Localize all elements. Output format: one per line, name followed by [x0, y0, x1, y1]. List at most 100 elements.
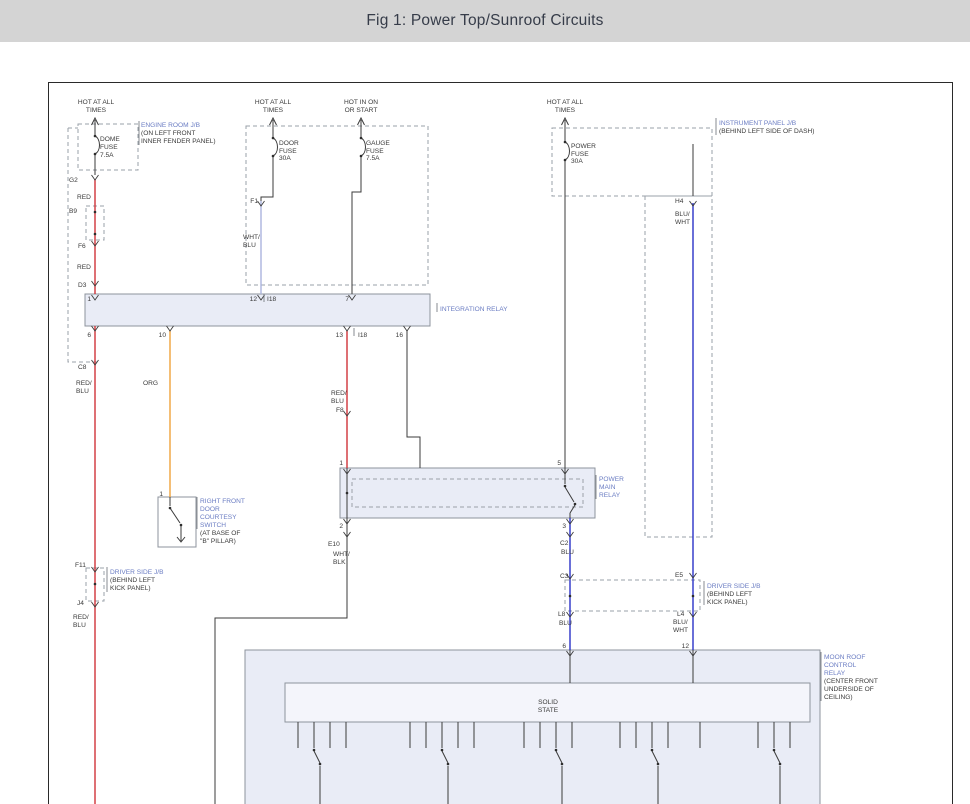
pin-mrr-12: 12	[682, 643, 690, 650]
door-fuse-2: FUSE	[279, 148, 297, 155]
power-fuse-2: FUSE	[571, 151, 589, 158]
junction-dot	[313, 749, 316, 752]
junction-dot	[180, 524, 183, 527]
junction-dot	[169, 507, 172, 510]
driver-side-jb-right-box	[565, 580, 700, 611]
wire-whtblu-1: WHT/	[243, 234, 260, 241]
junction-dot	[574, 503, 577, 506]
power-main-relay-box	[340, 468, 595, 518]
conn-i18-bottom: I18	[358, 332, 367, 339]
driver-side-jb-left-sub-2: KICK PANEL)	[110, 585, 151, 592]
moonroof-relay-box	[245, 650, 820, 804]
moonroof-label-3: RELAY	[824, 670, 846, 677]
moonroof-sub-1: (CENTER FRONT	[824, 678, 878, 685]
driver-side-jb-left-sub-1: (BEHIND LEFT	[110, 577, 155, 584]
conn-f8: F8	[336, 407, 344, 414]
wire-whtblu-2: BLU	[243, 242, 256, 249]
moonroof-sub-3: CEILING)	[824, 694, 853, 701]
wire-blu-1: BLU	[561, 549, 574, 556]
pin-ir-6: 6	[87, 332, 91, 339]
conn-b9: B9	[69, 208, 77, 215]
wire-connector-chevrons	[92, 175, 697, 617]
courtesy-switch-sub-1: (AT BASE OF	[200, 530, 240, 537]
driver-side-jb-right-sub-1: (BEHIND LEFT	[707, 591, 752, 598]
junction-dot	[569, 595, 572, 598]
conn-f1: F1	[250, 198, 258, 205]
power-fuse-1: POWER	[571, 143, 596, 150]
junction-dot	[564, 485, 567, 488]
gauge-fuse-1: GAUGE	[366, 140, 390, 147]
courtesy-switch-label-4: SWITCH	[200, 522, 226, 529]
wire-red-1: RED	[77, 194, 91, 201]
wire-redblu-2b: BLU	[331, 398, 344, 405]
junction-dot	[360, 155, 363, 158]
power-fuse-3: 30A	[571, 158, 583, 165]
engine-room-jb-label: ENGINE ROOM J/B	[141, 122, 201, 129]
conn-f6: F6	[78, 243, 86, 250]
pin-ir-1: 1	[87, 296, 91, 303]
moonroof-sub-2: UNDERSIDE OF	[824, 686, 874, 693]
hot-2-line-1: HOT AT ALL	[255, 99, 292, 106]
door-fuse-jog-wire	[261, 156, 273, 201]
hot-1-line-1: HOT AT ALL	[78, 99, 115, 106]
junction-dot	[447, 763, 450, 766]
instrument-panel-jb-label: INSTRUMENT PANEL J/B	[719, 120, 797, 127]
pin-ir-7: 7	[345, 296, 349, 303]
pin-pmr-2: 2	[339, 523, 343, 530]
integration-relay-label: INTEGRATION RELAY	[440, 306, 508, 313]
instrument-panel-jb-sub: (BEHIND LEFT SIDE OF DASH)	[719, 128, 815, 135]
courtesy-switch-box	[158, 497, 196, 547]
wire-bluwht-1b: WHT	[675, 219, 690, 226]
conn-c8: C8	[78, 364, 87, 371]
label-bracket-ticks	[107, 118, 821, 701]
junction-dot	[272, 137, 275, 140]
wire-redblu-3a: RED/	[73, 614, 89, 621]
driver-side-jb-left-label: DRIVER SIDE J/B	[110, 569, 164, 576]
moonroof-label-1: MOON ROOF	[824, 654, 865, 661]
courtesy-switch-label-1: RIGHT FRONT	[200, 498, 245, 505]
integration-relay-box	[85, 294, 430, 326]
hot-3-line-1: HOT IN ON	[344, 99, 378, 106]
conn-h4: H4	[675, 198, 684, 205]
conn-j4: J4	[77, 600, 84, 607]
pin-pmr-5: 5	[557, 460, 561, 467]
conn-g2: G2	[69, 177, 78, 184]
conn-l4: L4	[677, 611, 685, 618]
junction-dot	[94, 583, 97, 586]
pin-ir-13: 13	[336, 332, 344, 339]
junction-dot	[94, 135, 97, 138]
hot-4-line-2: TIMES	[555, 107, 576, 114]
pin-courtesy-1: 1	[159, 491, 163, 498]
junction-dot	[564, 141, 567, 144]
door-fuse-3: 30A	[279, 155, 291, 162]
conn-e10: E10	[328, 541, 340, 548]
dome-fuse-1: DOME	[100, 136, 120, 143]
power-main-relay-label-1: POWER	[599, 476, 624, 483]
wire-redblu-3b: BLU	[73, 622, 86, 629]
conn-c2: C2	[560, 540, 569, 547]
conn-e5: E5	[675, 572, 683, 579]
hot-1-line-2: TIMES	[86, 107, 107, 114]
conn-f11: F11	[75, 562, 86, 569]
junction-dot	[272, 155, 275, 158]
pin-ir-12: 12	[250, 296, 258, 303]
courtesy-switch-sub-2: "B" PILLAR)	[200, 538, 236, 545]
junction-dot	[779, 763, 782, 766]
wire-redblu-1a: RED/	[76, 380, 92, 387]
wire-whtblk-1: WHT/	[333, 551, 350, 558]
driver-side-jb-right-label: DRIVER SIDE J/B	[707, 583, 761, 590]
driver-side-jb-right-sub-2: KICK PANEL)	[707, 599, 748, 606]
gauge-fuse-3: 7.5A	[366, 155, 380, 162]
gauge-fuse-2: FUSE	[366, 148, 384, 155]
wire-bluwht-1a: BLU/	[675, 211, 690, 218]
junction-dot	[360, 137, 363, 140]
junction-dot	[657, 763, 660, 766]
hot-3-line-2: OR START	[345, 107, 378, 114]
moonroof-label-2: CONTROL	[824, 662, 857, 669]
dome-fuse-2: FUSE	[100, 144, 118, 151]
power-main-relay-label-3: RELAY	[599, 492, 621, 499]
pin-pmr-3: 3	[562, 523, 566, 530]
engine-room-jb-sub-2: INNER FENDER PANEL)	[141, 138, 216, 145]
junction-dot	[564, 159, 567, 162]
junction-dot	[692, 595, 695, 598]
